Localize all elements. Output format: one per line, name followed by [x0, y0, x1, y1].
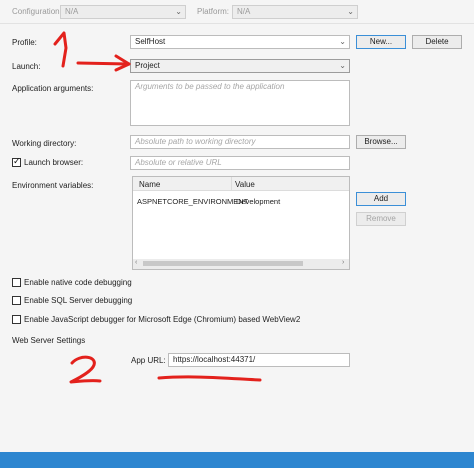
arrow-annotation [76, 61, 131, 66]
underline-annotation [157, 375, 262, 382]
number-one-annotation [53, 31, 68, 68]
number-two-annotation [69, 355, 102, 384]
annotation-overlay [53, 31, 262, 384]
